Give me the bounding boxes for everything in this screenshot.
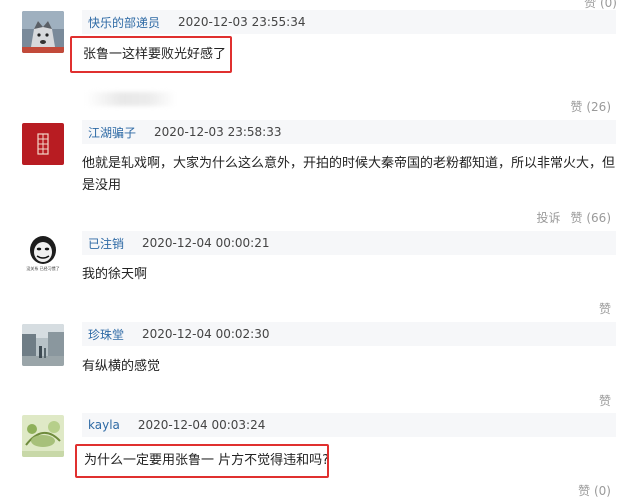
comment-time: 2020-12-04 00:03:24	[137, 418, 266, 432]
blurred-content	[86, 92, 176, 106]
comment-time: 2020-12-04 00:00:21	[142, 236, 270, 250]
comment-header: 快乐的部递员 2020-12-03 23:55:34	[82, 10, 616, 34]
comment-text: 有纵横的感觉	[82, 359, 161, 374]
comment-text: 他就是轧戏啊，大家为什么这么意外，开拍的时候大秦帝国的老粉都知道，所以非常火大，…	[82, 156, 616, 193]
comment-header: 江湖骗子 2020-12-03 23:58:33	[82, 120, 616, 144]
like-button[interactable]: 赞 (26)	[571, 98, 611, 115]
like-button[interactable]: 赞	[599, 300, 611, 317]
highlight-box	[70, 36, 232, 73]
avatar-street-scene[interactable]	[22, 324, 64, 366]
comment-username[interactable]: 珍珠堂	[82, 326, 124, 343]
like-button[interactable]: 赞 (0)	[578, 482, 611, 499]
like-button[interactable]: 赞	[599, 392, 611, 409]
comment-time: 2020-12-04 00:02:30	[142, 327, 270, 341]
comment-header: kayla 2020-12-04 00:03:24	[82, 413, 616, 437]
comment-time: 2020-12-03 23:55:34	[178, 15, 306, 29]
avatar-green-illustration[interactable]	[22, 415, 64, 457]
avatar-dog[interactable]	[22, 11, 64, 53]
comment-actions: 赞	[599, 300, 611, 317]
comment-actions: 赞	[599, 392, 611, 409]
highlight-box	[75, 444, 329, 478]
comment-actions: 赞 (26)	[571, 98, 611, 115]
avatar-meme-face[interactable]: 没关系 已经习惯了	[22, 233, 64, 275]
avatar-caption: 没关系 已经习惯了	[26, 266, 60, 271]
comment-actions: 赞 (0)	[578, 482, 611, 499]
comment-header: 已注销 2020-12-04 00:00:21	[82, 231, 616, 255]
comment-username[interactable]: 快乐的部递员	[82, 14, 160, 31]
comment-header: 珍珠堂 2020-12-04 00:02:30	[82, 322, 616, 346]
comment-username[interactable]: kayla	[82, 418, 120, 432]
comment-username[interactable]: 已注销	[82, 235, 124, 252]
comment-username[interactable]: 江湖骗子	[82, 124, 136, 141]
avatar-red[interactable]	[22, 123, 64, 165]
comment-text: 我的徐天啊	[82, 267, 148, 282]
comment-time: 2020-12-03 23:58:33	[154, 125, 282, 139]
report-button[interactable]: 投诉	[537, 209, 561, 226]
comment-actions: 投诉 赞 (66)	[537, 209, 611, 226]
like-button[interactable]: 赞 (66)	[571, 209, 611, 226]
